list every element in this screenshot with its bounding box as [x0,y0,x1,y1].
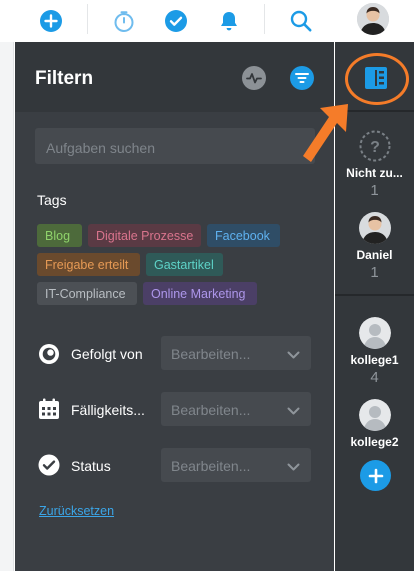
person-count: 1 [370,264,379,281]
toolbar-divider [87,4,88,34]
tag-it-compliance[interactable]: IT-Compliance [37,282,137,305]
select-value: Bearbeiten... [171,458,251,474]
plus-circle-icon[interactable] [38,8,64,34]
tags-label: Tags [37,192,67,208]
sidebar-divider [335,294,414,296]
select-value: Bearbeiten... [171,402,251,418]
reset-link[interactable]: Zurücksetzen [39,504,114,518]
filter-label-status: Status [71,458,111,474]
checkmark-circle-icon [38,454,60,476]
filter-panel-header: Filtern [15,42,334,112]
person-count: 4 [370,369,379,386]
due-date-select[interactable]: Bearbeiten... [161,392,311,426]
unassigned-avatar-icon: ? [359,130,391,162]
svg-text:?: ? [370,139,380,156]
avatar [358,212,391,244]
search-input[interactable]: Aufgaben suchen [35,128,315,164]
person-name: kollege1 [350,353,399,367]
person-kollege2[interactable]: kollege2 [335,399,414,449]
person-name: kollege2 [350,435,399,449]
select-value: Bearbeiten... [171,346,251,362]
person-name: Nicht zu... [346,166,403,180]
tag-freigabe-erteilt[interactable]: Freigabe erteilt [37,253,140,276]
tag-online-marketing[interactable]: Online Marketing [143,282,257,305]
calendar-icon [38,398,60,420]
panel-title: Filtern [35,68,94,89]
filter-label-due: Fälligkeits... [71,402,145,418]
activity-icon[interactable] [242,66,266,90]
toolbar-divider [264,4,265,34]
filter-panel: Filtern Aufgaben suchen Tags Blog Digita… [15,42,334,571]
arrow-pointer-icon [303,104,348,162]
eye-icon [38,343,60,365]
followed-by-select[interactable]: Bearbeiten... [161,336,311,370]
left-strip [0,42,14,571]
chevron-down-icon [287,459,300,475]
filter-icon[interactable] [290,66,314,90]
chevron-down-icon [287,403,300,419]
filter-label-followed: Gefolgt von [71,346,143,362]
stopwatch-icon[interactable] [111,8,137,34]
tag-blog[interactable]: Blog [37,224,82,247]
person-name: Daniel [356,248,393,262]
tag-digitale-prozesse[interactable]: Digitale Prozesse [88,224,201,247]
avatar-placeholder-icon [358,317,391,349]
tag-facebook[interactable]: Facebook [207,224,280,247]
highlight-ring [345,53,409,105]
bell-icon[interactable] [216,8,242,34]
tag-gastartikel[interactable]: Gastartikel [146,253,223,276]
user-avatar[interactable] [357,3,389,35]
top-toolbar [0,0,414,42]
avatar-placeholder-icon [358,399,391,431]
checkmark-circle-icon[interactable] [163,8,189,34]
person-daniel[interactable]: Daniel 1 [335,212,414,281]
search-icon[interactable] [288,8,314,34]
person-count: 1 [370,182,379,199]
status-select[interactable]: Bearbeiten... [161,448,311,482]
add-person-button[interactable] [360,460,391,491]
person-kollege1[interactable]: kollege1 4 [335,317,414,386]
plus-icon [368,468,383,483]
chevron-down-icon [287,347,300,363]
